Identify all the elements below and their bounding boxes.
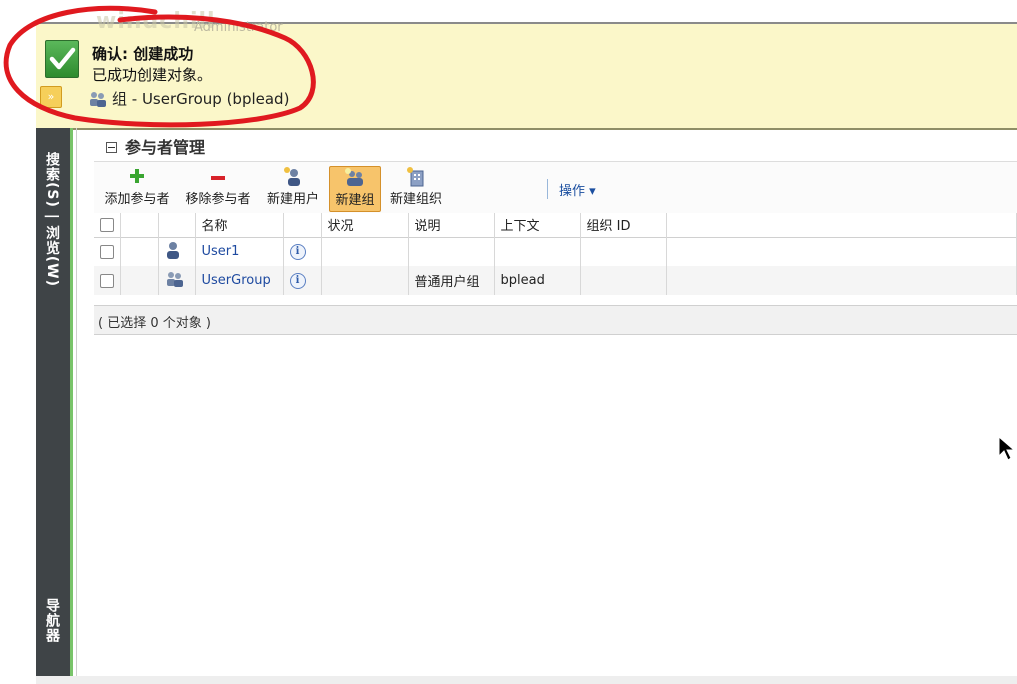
mouse-cursor-icon [998, 436, 1016, 461]
new-organization-label: 新建组织 [389, 192, 442, 207]
new-group-icon [345, 168, 363, 186]
row-context [494, 237, 581, 266]
new-group-button[interactable]: 新建组 [329, 166, 381, 212]
column-header-description[interactable]: 说明 [408, 213, 495, 237]
nav-divider [76, 128, 77, 676]
actions-menu[interactable]: 操作 ▾ [559, 180, 596, 199]
remove-participant-label: 移除参与者 [185, 192, 251, 207]
row-status [321, 266, 409, 295]
selection-status-bar: ( 已选择 0 个对象 ) [94, 305, 1017, 335]
group-icon [90, 91, 106, 107]
header-filler [666, 213, 1017, 237]
add-participant-button[interactable]: 添加参与者 [102, 166, 172, 210]
row-context: bplead [494, 266, 581, 295]
new-user-label: 新建用户 [266, 192, 319, 207]
select-all-checkbox[interactable] [100, 217, 114, 232]
success-check-icon [45, 40, 79, 78]
new-group-label: 新建组 [335, 193, 375, 208]
participants-table: 名称 状况 说明 上下文 组织 ID User1 i UserGroup i 普… [94, 213, 1017, 295]
row-org-id [580, 237, 667, 266]
minus-icon [211, 176, 225, 180]
expand-arrow-icon[interactable]: » [40, 86, 62, 108]
navigator-tab[interactable]: 导航器 [42, 598, 62, 643]
toolbar-separator [547, 179, 548, 199]
collapse-icon[interactable] [106, 141, 117, 153]
notification-message: 已成功创建对象。 [92, 66, 213, 84]
header-info [283, 213, 322, 237]
row-checkbox[interactable] [100, 244, 114, 259]
new-organization-icon [407, 167, 424, 187]
panel-title-text: 参与者管理 [125, 138, 206, 157]
table-row: UserGroup i 普通用户组 bplead [94, 266, 1017, 295]
toolbar: 添加参与者 移除参与者 新建用户 新建组 新建组织 操作 ▾ [94, 161, 1017, 214]
select-all-cell [94, 213, 121, 237]
remove-participant-button[interactable]: 移除参与者 [182, 166, 254, 210]
column-header-org-id[interactable]: 组织 ID [580, 213, 667, 237]
add-participant-label: 添加参与者 [104, 192, 170, 207]
new-user-button[interactable]: 新建用户 [264, 166, 322, 210]
left-navigation-bar: 搜索(S) | 浏览(W) 导航器 [36, 128, 70, 676]
row-description [408, 237, 495, 266]
row-status [321, 237, 409, 266]
plus-icon [130, 169, 144, 183]
search-browse-tab[interactable]: 搜索(S) | 浏览(W) [42, 152, 62, 287]
header-type [158, 213, 196, 237]
row-name-link[interactable]: User1 [195, 237, 284, 266]
row-description: 普通用户组 [408, 266, 495, 295]
info-icon[interactable]: i [289, 273, 306, 289]
group-icon [166, 271, 183, 287]
user-icon [166, 241, 179, 259]
new-organization-button[interactable]: 新建组织 [387, 166, 445, 210]
header-blank [120, 213, 159, 237]
selection-status-text: ( 已选择 0 个对象 ) [98, 316, 211, 331]
user-name[interactable]: Administrator [194, 20, 283, 35]
row-org-id [580, 266, 667, 295]
nav-accent-bar [70, 128, 73, 676]
column-header-status[interactable]: 状况 [321, 213, 409, 237]
table-row: User1 i [94, 237, 1017, 266]
panel-title: 参与者管理 [106, 134, 205, 158]
table-header-row: 名称 状况 说明 上下文 组织 ID [94, 213, 1017, 237]
row-name-link[interactable]: UserGroup [195, 266, 284, 295]
new-user-icon [284, 167, 300, 186]
breadcrumb-label: 组 - UserGroup (bplead) [112, 90, 290, 108]
bottom-strip [36, 676, 1017, 684]
column-header-context[interactable]: 上下文 [494, 213, 581, 237]
column-header-name[interactable]: 名称 [195, 213, 284, 237]
info-icon[interactable]: i [289, 244, 306, 261]
notification-title: 确认: 创建成功 [92, 45, 194, 63]
breadcrumb: 组 - UserGroup (bplead) [88, 88, 289, 109]
row-checkbox[interactable] [100, 273, 114, 288]
